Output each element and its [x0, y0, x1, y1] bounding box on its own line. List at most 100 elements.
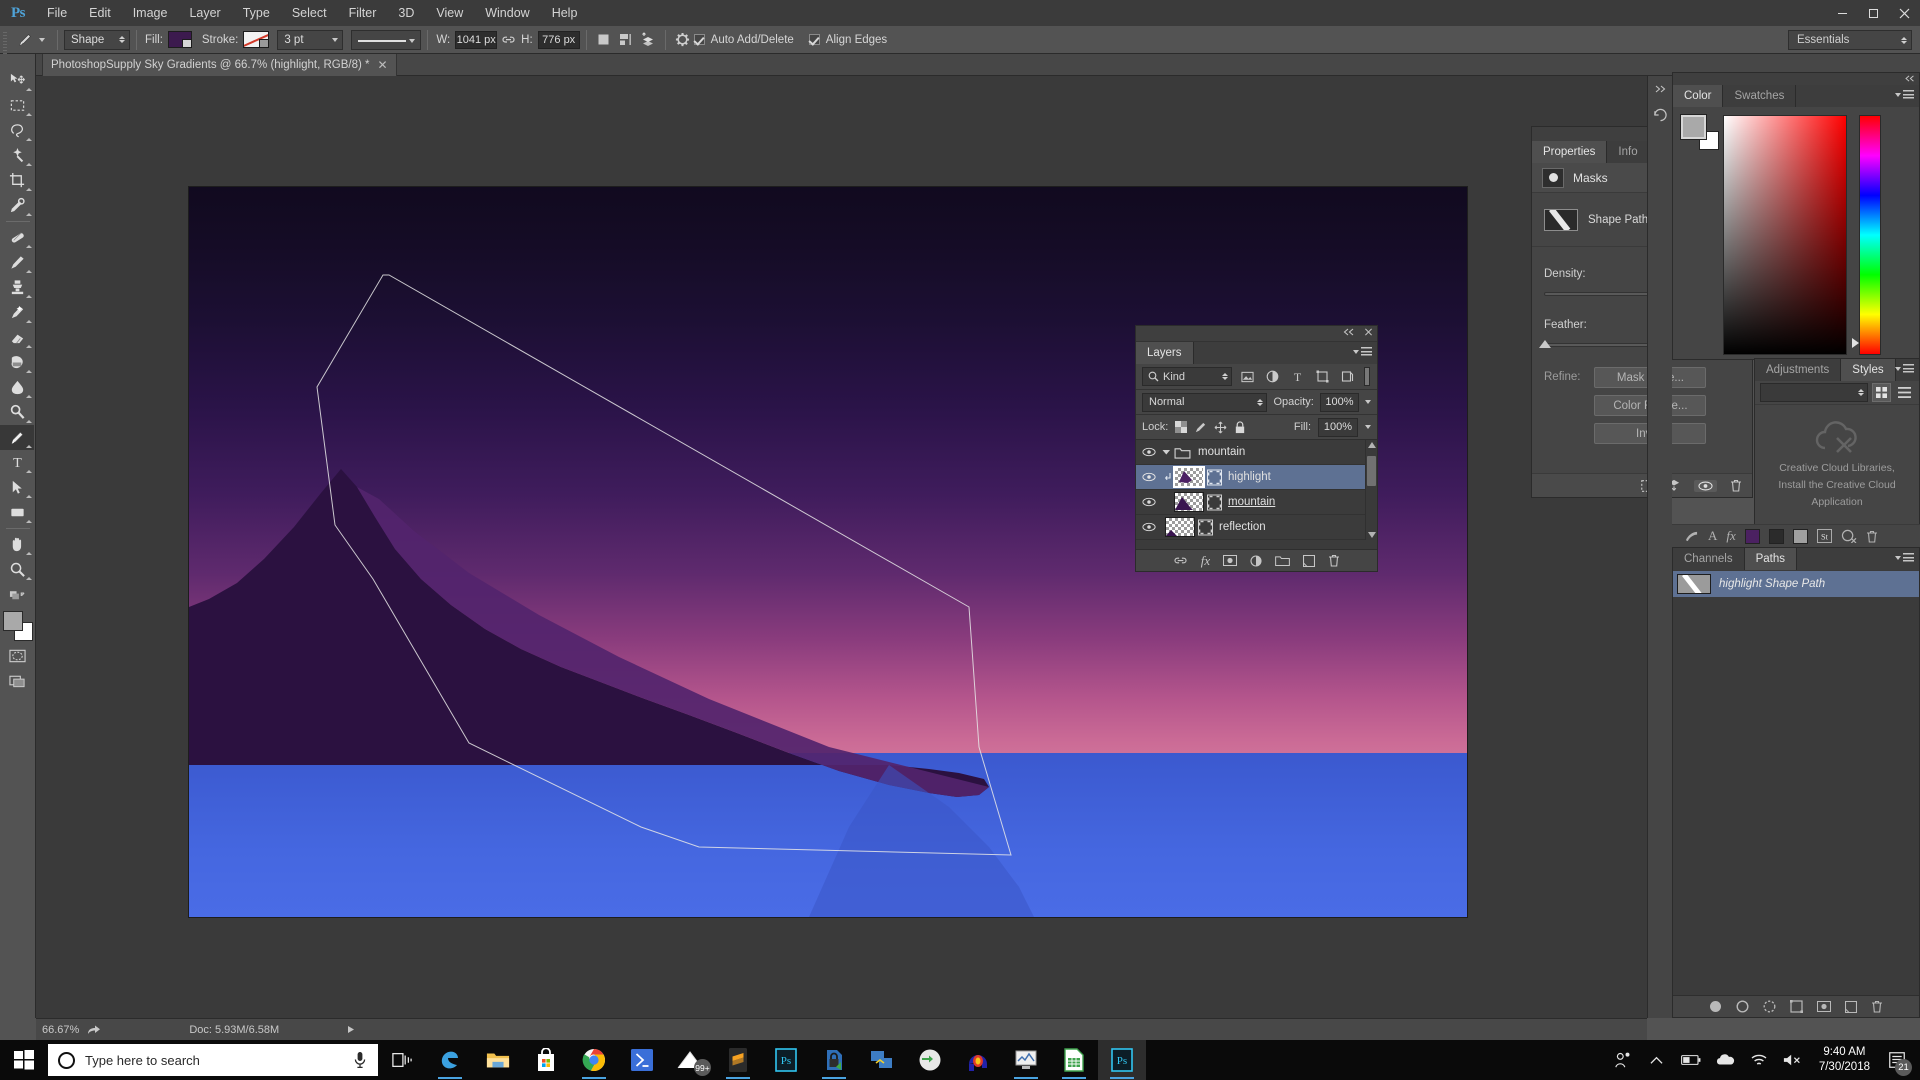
tab-adjustments[interactable]: Adjustments — [1755, 359, 1842, 381]
file-explorer-icon[interactable] — [474, 1040, 522, 1080]
eraser-tool[interactable] — [0, 325, 34, 350]
network-icon[interactable] — [1743, 1040, 1775, 1080]
hand-tool[interactable] — [0, 532, 34, 557]
tab-paths[interactable]: Paths — [1744, 548, 1798, 570]
active-tool-preset[interactable] — [10, 26, 51, 54]
chrome-icon[interactable] — [570, 1040, 618, 1080]
photoshop-pinned-icon[interactable]: Ps — [762, 1040, 810, 1080]
microsoft-store-icon[interactable] — [522, 1040, 570, 1080]
shape-filter-icon[interactable] — [1312, 367, 1332, 386]
menu-window[interactable]: Window — [474, 0, 540, 26]
path-operations-icon[interactable] — [593, 29, 615, 51]
color-swatches[interactable] — [1680, 114, 1719, 150]
search-box[interactable]: Type here to search — [48, 1044, 378, 1076]
type-filter-icon[interactable]: T — [1287, 367, 1307, 386]
filter-toggle-switch[interactable] — [1364, 367, 1370, 386]
path-selection-tool[interactable] — [0, 475, 34, 500]
foreground-color-swatch[interactable] — [2, 611, 23, 631]
clock[interactable]: 9:40 AM 7/30/2018 — [1811, 1045, 1878, 1075]
paths-panel[interactable]: Channels Paths highlight Shape Path — [1672, 548, 1920, 1018]
workspace-select[interactable]: Essentials — [1788, 30, 1912, 50]
onedrive-icon[interactable] — [1709, 1040, 1741, 1080]
foreground-background-colors[interactable] — [2, 611, 33, 641]
menu-filter[interactable]: Filter — [338, 0, 388, 26]
hue-slider[interactable] — [1852, 115, 1881, 355]
vector-mask-thumbnail[interactable] — [1207, 494, 1222, 511]
path-alignment-icon[interactable] — [615, 29, 637, 51]
stroke-width-select[interactable]: 3 pt — [277, 29, 344, 50]
tab-layers[interactable]: Layers — [1136, 342, 1194, 364]
dock-expand-icon[interactable] — [1648, 76, 1673, 102]
libreoffice-calc-icon[interactable] — [1050, 1040, 1098, 1080]
zoom-tool[interactable] — [0, 557, 34, 582]
style-swatch-grey[interactable] — [1792, 528, 1808, 544]
adjustment-filter-icon[interactable] — [1262, 367, 1282, 386]
blend-mode-select[interactable]: Normal — [1142, 392, 1268, 412]
path-thumbnail[interactable] — [1677, 574, 1711, 594]
delete-path-icon[interactable] — [1871, 1000, 1883, 1013]
lock-all-icon[interactable] — [1234, 420, 1246, 434]
remote-desktop-icon[interactable] — [858, 1040, 906, 1080]
tab-color[interactable]: Color — [1673, 85, 1724, 107]
quick-selection-tool[interactable] — [0, 143, 34, 168]
move-tool[interactable] — [0, 68, 34, 93]
document-canvas-area[interactable] — [36, 76, 1647, 1018]
layer-thumbnail[interactable] — [1173, 466, 1205, 488]
tab-info[interactable]: Info — [1607, 141, 1650, 163]
fill-caret-icon[interactable] — [1365, 425, 1371, 429]
pixel-filter-icon[interactable] — [1237, 367, 1257, 386]
layer-name[interactable]: highlight — [1228, 471, 1271, 483]
close-button[interactable] — [1889, 0, 1920, 26]
menu-view[interactable]: View — [425, 0, 474, 26]
layer-row-highlight[interactable]: highlight — [1136, 465, 1377, 490]
text-style-icon[interactable]: A — [1708, 528, 1717, 544]
show-hidden-icons-icon[interactable] — [1641, 1040, 1673, 1080]
link-icon[interactable] — [497, 29, 519, 51]
add-mask-icon[interactable] — [1817, 1001, 1831, 1012]
lock-position-icon[interactable] — [1214, 421, 1227, 434]
tab-channels[interactable]: Channels — [1673, 548, 1745, 570]
grid-view-icon[interactable] — [1872, 383, 1891, 402]
start-button[interactable] — [0, 1040, 48, 1080]
healing-brush-tool[interactable] — [0, 225, 34, 250]
scroll-down-icon[interactable] — [1368, 532, 1376, 538]
tab-swatches[interactable]: Swatches — [1723, 85, 1797, 107]
foreground-color-swatch[interactable] — [1680, 114, 1707, 140]
width-input[interactable]: 1041 px — [455, 30, 498, 49]
layer-mask-icon[interactable] — [1223, 555, 1238, 566]
layer-row-mountain[interactable]: mountain — [1136, 490, 1377, 515]
options-bar-grip[interactable] — [0, 25, 10, 54]
teamviewer-icon[interactable] — [906, 1040, 954, 1080]
path-row-highlight[interactable]: highlight Shape Path — [1673, 571, 1919, 597]
photoshop-active-icon[interactable]: Ps — [1098, 1040, 1146, 1080]
vector-mask-thumbnail[interactable] — [1207, 469, 1222, 486]
path-arrangement-icon[interactable] — [637, 29, 659, 51]
history-brush-tool[interactable] — [0, 300, 34, 325]
zoom-level[interactable]: 66.67% — [42, 1024, 79, 1036]
fill-swatch[interactable] — [167, 31, 192, 48]
stroke-path-icon[interactable] — [1736, 1000, 1749, 1013]
rectangle-tool[interactable] — [0, 500, 34, 525]
new-group-icon[interactable] — [1275, 555, 1291, 566]
gradient-tool[interactable] — [0, 350, 34, 375]
close-icon[interactable] — [1364, 328, 1373, 336]
quick-mask-icon[interactable] — [0, 643, 34, 668]
dodge-tool[interactable] — [0, 400, 34, 425]
no-style-icon[interactable] — [1841, 529, 1857, 543]
microphone-icon[interactable] — [352, 1051, 368, 1069]
layer-style-icon[interactable]: fx — [1201, 553, 1210, 569]
visibility-icon[interactable] — [1136, 440, 1162, 465]
layer-filter-kind-select[interactable]: Kind — [1142, 367, 1232, 386]
layer-thumbnail[interactable] — [1165, 517, 1195, 537]
clear-style-icon[interactable] — [1684, 530, 1699, 543]
history-panel-icon[interactable] — [1648, 102, 1673, 128]
list-view-icon[interactable] — [1895, 383, 1914, 402]
path-to-selection-icon[interactable] — [1763, 1000, 1776, 1013]
sublime-text-icon[interactable] — [714, 1040, 762, 1080]
menu-image[interactable]: Image — [122, 0, 179, 26]
monitor-app-icon[interactable] — [1002, 1040, 1050, 1080]
blur-tool[interactable] — [0, 375, 34, 400]
color-panel[interactable]: Color Swatches — [1672, 72, 1920, 360]
keepass-icon[interactable] — [810, 1040, 858, 1080]
opacity-input[interactable]: 100% — [1319, 392, 1359, 412]
